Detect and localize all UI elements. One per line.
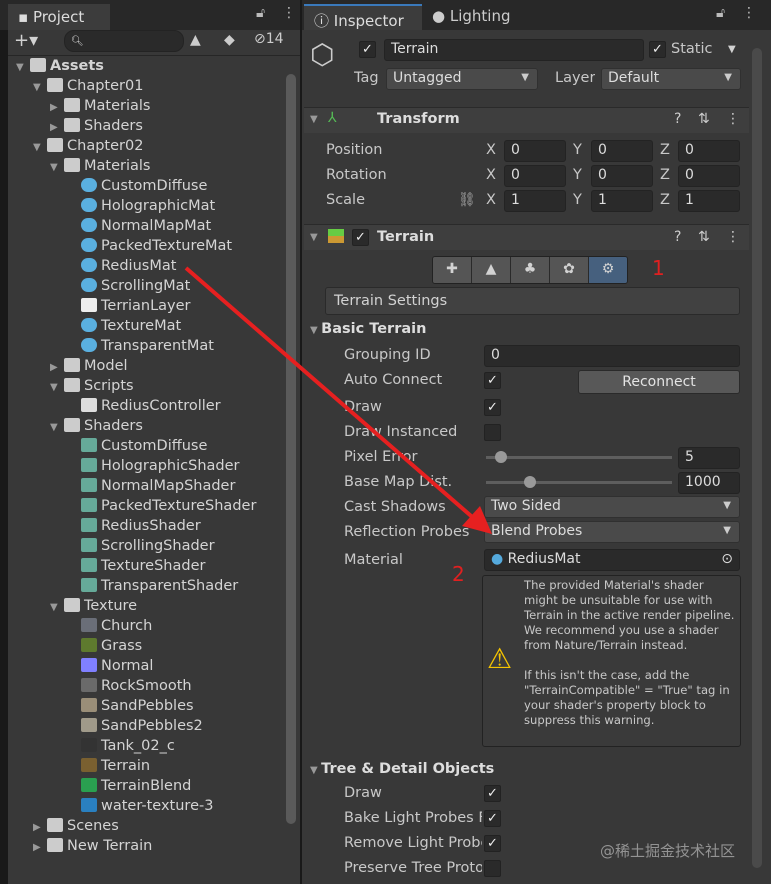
annotation-number: 2 <box>452 562 465 586</box>
annotation-number: 1 <box>652 256 665 280</box>
annotation-arrow <box>184 266 492 534</box>
watermark: @稀土掘金技术社区 <box>600 842 736 860</box>
